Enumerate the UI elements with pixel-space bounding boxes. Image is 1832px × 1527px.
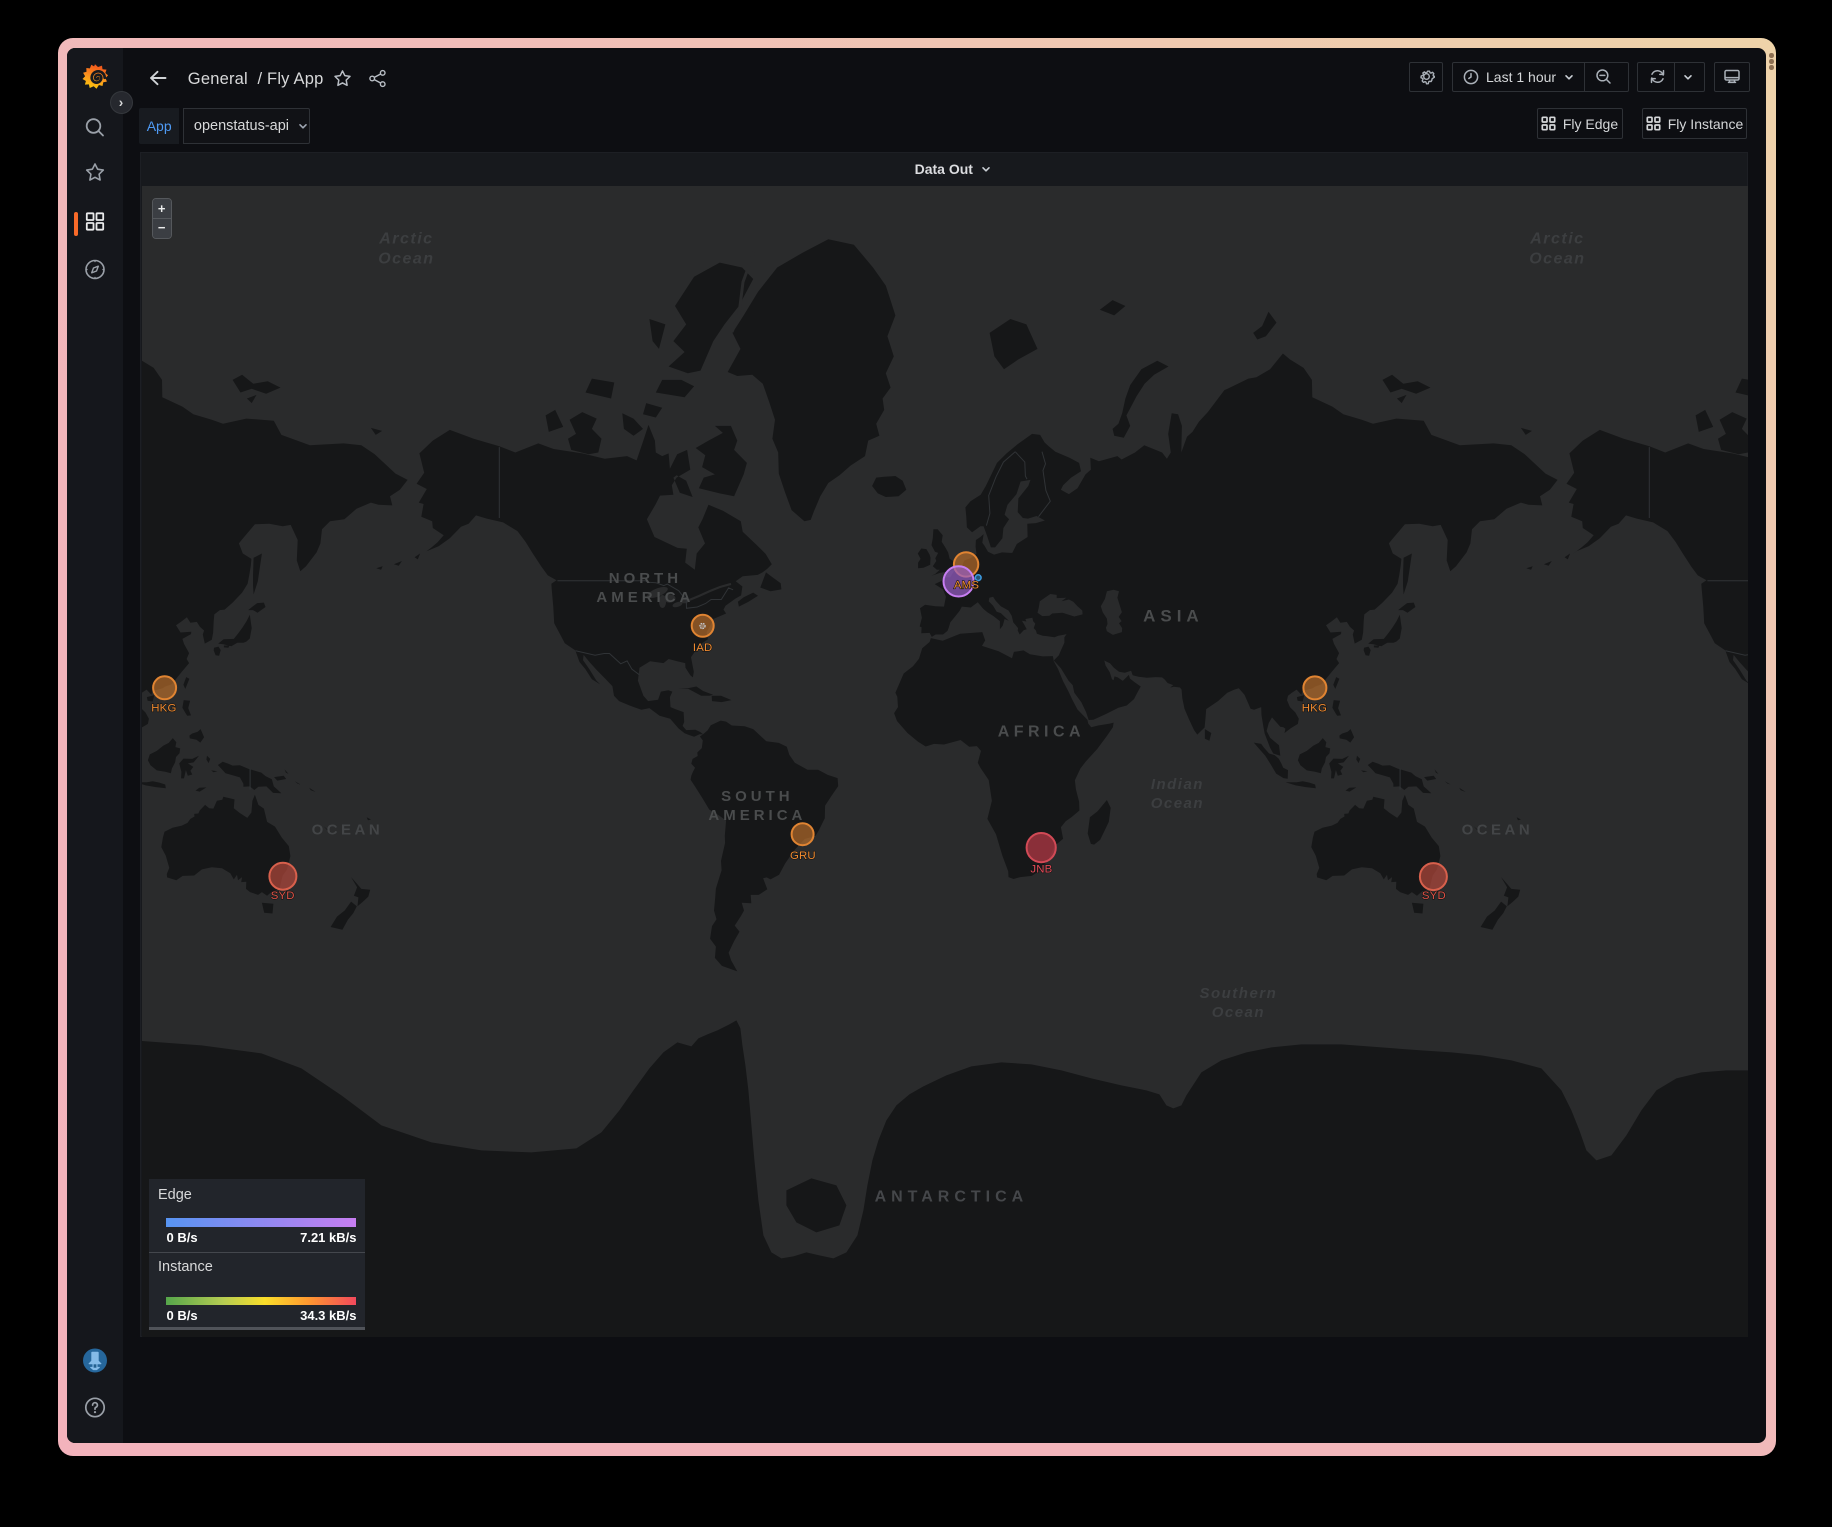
svg-text:OCEAN: OCEAN xyxy=(311,822,383,839)
svg-text:GRU: GRU xyxy=(790,850,816,862)
svg-text:Southern: Southern xyxy=(1199,985,1277,1002)
svg-text:HKG: HKG xyxy=(151,703,176,715)
svg-text:AFRICA: AFRICA xyxy=(997,724,1084,741)
svg-text:SYD: SYD xyxy=(270,890,294,902)
svg-text:ANTARCTICA: ANTARCTICA xyxy=(874,1189,1028,1206)
svg-text:HKG: HKG xyxy=(1301,703,1326,715)
svg-text:Arctic: Arctic xyxy=(378,231,433,248)
svg-text:SYD: SYD xyxy=(1421,890,1445,902)
svg-text:OCEAN: OCEAN xyxy=(1461,822,1533,839)
svg-text:AMERICA: AMERICA xyxy=(708,807,806,824)
svg-text:NORTH: NORTH xyxy=(608,570,681,587)
svg-text:Ocean: Ocean xyxy=(1150,795,1203,812)
svg-text:Ocean: Ocean xyxy=(1211,1004,1264,1021)
svg-text:Indian: Indian xyxy=(1150,776,1203,793)
svg-text:AMERICA: AMERICA xyxy=(596,589,694,606)
svg-text:ASIA: ASIA xyxy=(1143,607,1204,626)
svg-text:JNB: JNB xyxy=(1030,864,1052,876)
svg-text:Ocean: Ocean xyxy=(378,251,434,268)
svg-text:IAD: IAD xyxy=(693,642,713,654)
svg-text:Arctic: Arctic xyxy=(1529,231,1584,248)
svg-text:Ocean: Ocean xyxy=(1529,251,1585,268)
svg-text:SOUTH: SOUTH xyxy=(721,788,793,805)
svg-text:AMS: AMS xyxy=(953,580,978,592)
